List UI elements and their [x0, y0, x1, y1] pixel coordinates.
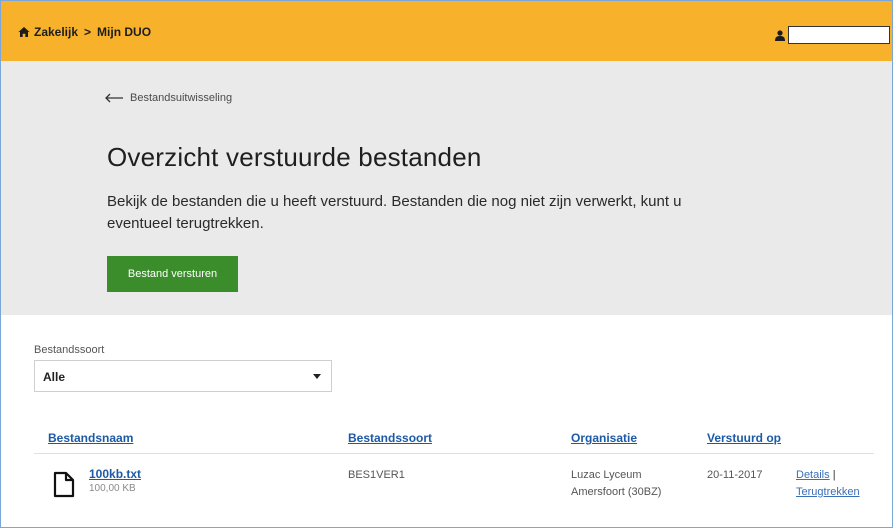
file-icon [53, 471, 75, 498]
breadcrumb: Zakelijk > Mijn DUO [18, 25, 151, 39]
column-header-sent-on[interactable]: Verstuurd op [707, 431, 781, 445]
home-icon[interactable] [18, 26, 30, 38]
breadcrumb-mijn-duo[interactable]: Mijn DUO [97, 25, 151, 39]
organisation-name: Luzac Lyceum [571, 469, 642, 481]
table-header-divider [34, 453, 874, 454]
select-value: Alle [43, 370, 66, 384]
user-menu[interactable] [775, 26, 890, 44]
file-type-select[interactable]: Alle [34, 360, 332, 392]
page-intro: Bekijk de bestanden die u heeft verstuur… [107, 193, 682, 232]
top-header: Zakelijk > Mijn DUO [1, 1, 892, 61]
details-link[interactable]: Details [796, 469, 830, 481]
column-header-organisation[interactable]: Organisatie [571, 431, 637, 445]
user-icon [775, 29, 785, 41]
file-size: 100,00 KB [89, 483, 136, 494]
organisation-cell: Luzac Lyceum Amersfoort (30BZ) [571, 467, 661, 501]
action-separator: | [832, 469, 836, 481]
organisation-location: Amersfoort (30BZ) [571, 486, 662, 498]
chevron-down-icon [313, 374, 321, 379]
withdraw-link[interactable]: Terugtrekken [796, 486, 860, 498]
sent-date-cell: 20-11-2017 [707, 469, 763, 481]
column-header-filename[interactable]: Bestandsnaam [48, 431, 133, 445]
breadcrumb-zakelijk[interactable]: Zakelijk [34, 25, 78, 39]
actions-cell: Details | Terugtrekken [796, 467, 860, 501]
page: Zakelijk > Mijn DUO Bestandsuitwisseling… [0, 0, 893, 528]
column-header-filetype[interactable]: Bestandssoort [348, 431, 432, 445]
breadcrumb-separator: > [84, 25, 92, 39]
back-link[interactable]: Bestandsuitwisseling [104, 92, 232, 104]
filter-label: Bestandssoort [34, 344, 105, 356]
file-type-cell: BES1VER1 [348, 469, 405, 481]
file-name-link[interactable]: 100kb.txt [89, 467, 141, 481]
hero-section: Bestandsuitwisseling Overzicht verstuurd… [1, 61, 892, 315]
back-link-label: Bestandsuitwisseling [130, 92, 233, 104]
send-file-button[interactable]: Bestand versturen [107, 256, 238, 292]
username-field [788, 26, 890, 44]
page-title: Overzicht verstuurde bestanden [107, 142, 482, 172]
arrow-left-icon [105, 93, 123, 103]
